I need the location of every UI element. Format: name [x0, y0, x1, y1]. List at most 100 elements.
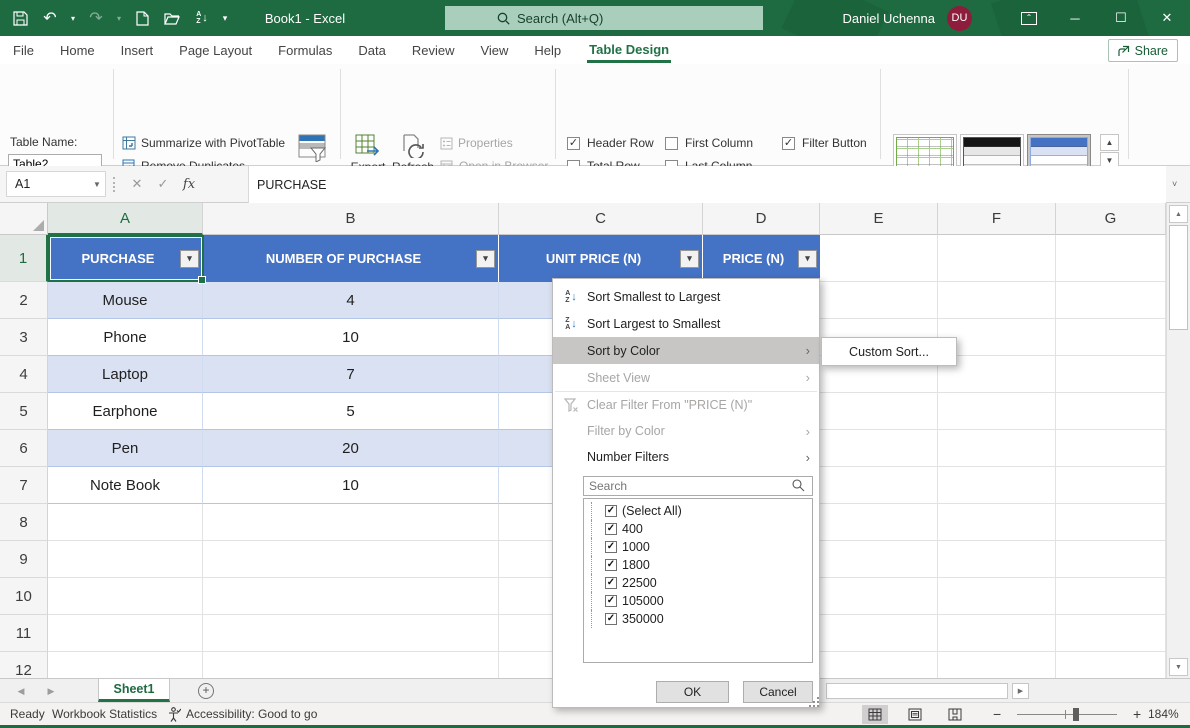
row-header-1[interactable]: 1 [0, 235, 48, 282]
cell[interactable] [1056, 393, 1166, 430]
formula-input[interactable]: PURCHASE [248, 166, 1166, 203]
search-box[interactable]: Search (Alt+Q) [445, 6, 763, 30]
ok-button[interactable]: OK [656, 681, 729, 703]
insert-function-icon[interactable]: fx [176, 177, 202, 192]
ribbon-display-options-icon[interactable]: ⌃ [1006, 0, 1052, 36]
filter-value-option[interactable]: 1800 [584, 556, 812, 574]
cell-purchase[interactable]: Phone [48, 319, 203, 356]
cell[interactable] [203, 615, 499, 652]
filter-value-option[interactable]: 22500 [584, 574, 812, 592]
menu-item-sort-largest[interactable]: ZA↓ Sort Largest to Smallest [553, 310, 819, 337]
sheet-nav-left-icon[interactable]: ◀ [8, 679, 34, 703]
account-area[interactable]: Daniel Uchenna DU [842, 0, 972, 36]
cell[interactable] [820, 652, 938, 678]
column-header-B[interactable]: B [203, 203, 499, 235]
cell-D1[interactable]: PRICE (N) [703, 235, 820, 282]
tab-table-design[interactable]: Table Design [574, 36, 684, 64]
filter-dropdown-icon-number[interactable] [476, 250, 495, 268]
row-header-12[interactable]: 12 [0, 652, 48, 678]
workbook-statistics-button[interactable]: Workbook Statistics [52, 703, 157, 725]
row-header-9[interactable]: 9 [0, 541, 48, 578]
cell[interactable] [203, 541, 499, 578]
tab-view[interactable]: View [467, 36, 521, 64]
cell[interactable] [1056, 578, 1166, 615]
row-header-11[interactable]: 11 [0, 615, 48, 652]
cell[interactable] [820, 504, 938, 541]
tab-review[interactable]: Review [399, 36, 468, 64]
checkbox-icon[interactable] [605, 541, 617, 553]
cell-purchase[interactable]: Laptop [48, 356, 203, 393]
cell[interactable] [48, 504, 203, 541]
undo-dropdown-icon[interactable]: ▾ [66, 4, 80, 32]
tab-formulas[interactable]: Formulas [265, 36, 345, 64]
cell[interactable] [1056, 282, 1166, 319]
tab-file[interactable]: File [0, 36, 47, 64]
minimize-icon[interactable]: ─ [1052, 0, 1098, 36]
cell[interactable] [48, 578, 203, 615]
tab-insert[interactable]: Insert [108, 36, 167, 64]
normal-view-icon[interactable] [862, 705, 888, 724]
header-row-checkbox[interactable]: Header Row [567, 136, 654, 150]
checkbox-icon[interactable] [605, 559, 617, 571]
formula-bar-splitter[interactable] [113, 177, 116, 192]
name-box-dropdown-icon[interactable]: ▼ [93, 180, 101, 189]
filter-value-option[interactable]: 105000 [584, 592, 812, 610]
scroll-down-icon[interactable]: ▼ [1169, 658, 1188, 676]
scroll-up-icon[interactable]: ▲ [1169, 205, 1188, 223]
row-header-7[interactable]: 7 [0, 467, 48, 504]
column-header-F[interactable]: F [938, 203, 1056, 235]
sheet-nav-right-icon[interactable]: ▶ [38, 679, 64, 703]
filter-button-checkbox[interactable]: Filter Button [782, 136, 867, 150]
checkbox-icon[interactable] [605, 613, 617, 625]
expand-formula-bar-icon[interactable]: ˅ [1172, 179, 1177, 189]
page-break-preview-icon[interactable] [942, 705, 968, 724]
maximize-icon[interactable]: ☐ [1098, 0, 1144, 36]
cell[interactable] [1056, 430, 1166, 467]
cell-purchase[interactable]: Pen [48, 430, 203, 467]
cell[interactable] [820, 541, 938, 578]
row-header-8[interactable]: 8 [0, 504, 48, 541]
row-header-10[interactable]: 10 [0, 578, 48, 615]
cell[interactable] [1056, 356, 1166, 393]
cancel-button[interactable]: Cancel [743, 681, 813, 703]
row-header-4[interactable]: 4 [0, 356, 48, 393]
cell[interactable] [1056, 541, 1166, 578]
sheet-tab-active[interactable]: Sheet1 [98, 679, 170, 702]
avatar[interactable]: DU [947, 6, 972, 31]
cell-number[interactable]: 10 [203, 467, 499, 504]
resize-grip[interactable] [813, 701, 815, 703]
cell[interactable] [820, 578, 938, 615]
vertical-scrollbar[interactable]: ▲ ▼ [1166, 203, 1190, 678]
cell-number[interactable]: 20 [203, 430, 499, 467]
checkbox-icon[interactable] [605, 523, 617, 535]
zoom-out-icon[interactable]: − [993, 703, 1001, 725]
column-header-D[interactable]: D [703, 203, 820, 235]
menu-item-number-filters[interactable]: Number Filters › [553, 444, 819, 470]
open-file-icon[interactable] [158, 4, 186, 32]
page-layout-view-icon[interactable] [902, 705, 928, 724]
column-header-G[interactable]: G [1056, 203, 1166, 235]
menu-item-sort-by-color[interactable]: Sort by Color › [553, 337, 819, 364]
cell[interactable] [938, 282, 1056, 319]
cell-purchase[interactable]: Note Book [48, 467, 203, 504]
cell[interactable] [48, 541, 203, 578]
cell[interactable] [1056, 615, 1166, 652]
select-all-corner[interactable] [0, 203, 48, 235]
new-sheet-icon[interactable]: + [198, 683, 214, 699]
cell-G1[interactable] [1056, 235, 1166, 282]
filter-value-option[interactable]: 400 [584, 520, 812, 538]
cell[interactable] [820, 393, 938, 430]
zoom-slider-track[interactable] [1017, 714, 1117, 715]
cell[interactable] [938, 504, 1056, 541]
row-header-6[interactable]: 6 [0, 430, 48, 467]
sort-by-color-submenu[interactable]: Custom Sort... [821, 337, 957, 366]
checkbox-icon[interactable] [605, 577, 617, 589]
cell[interactable] [1056, 319, 1166, 356]
cell[interactable] [820, 467, 938, 504]
summarize-pivottable-button[interactable]: Summarize with PivotTable [122, 136, 285, 150]
cell-number[interactable]: 10 [203, 319, 499, 356]
cell[interactable] [820, 615, 938, 652]
filter-dropdown-icon-unit-price[interactable] [680, 250, 699, 268]
styles-scroll-up-icon[interactable]: ▲ [1100, 134, 1119, 151]
zoom-in-icon[interactable]: + [1133, 703, 1141, 725]
